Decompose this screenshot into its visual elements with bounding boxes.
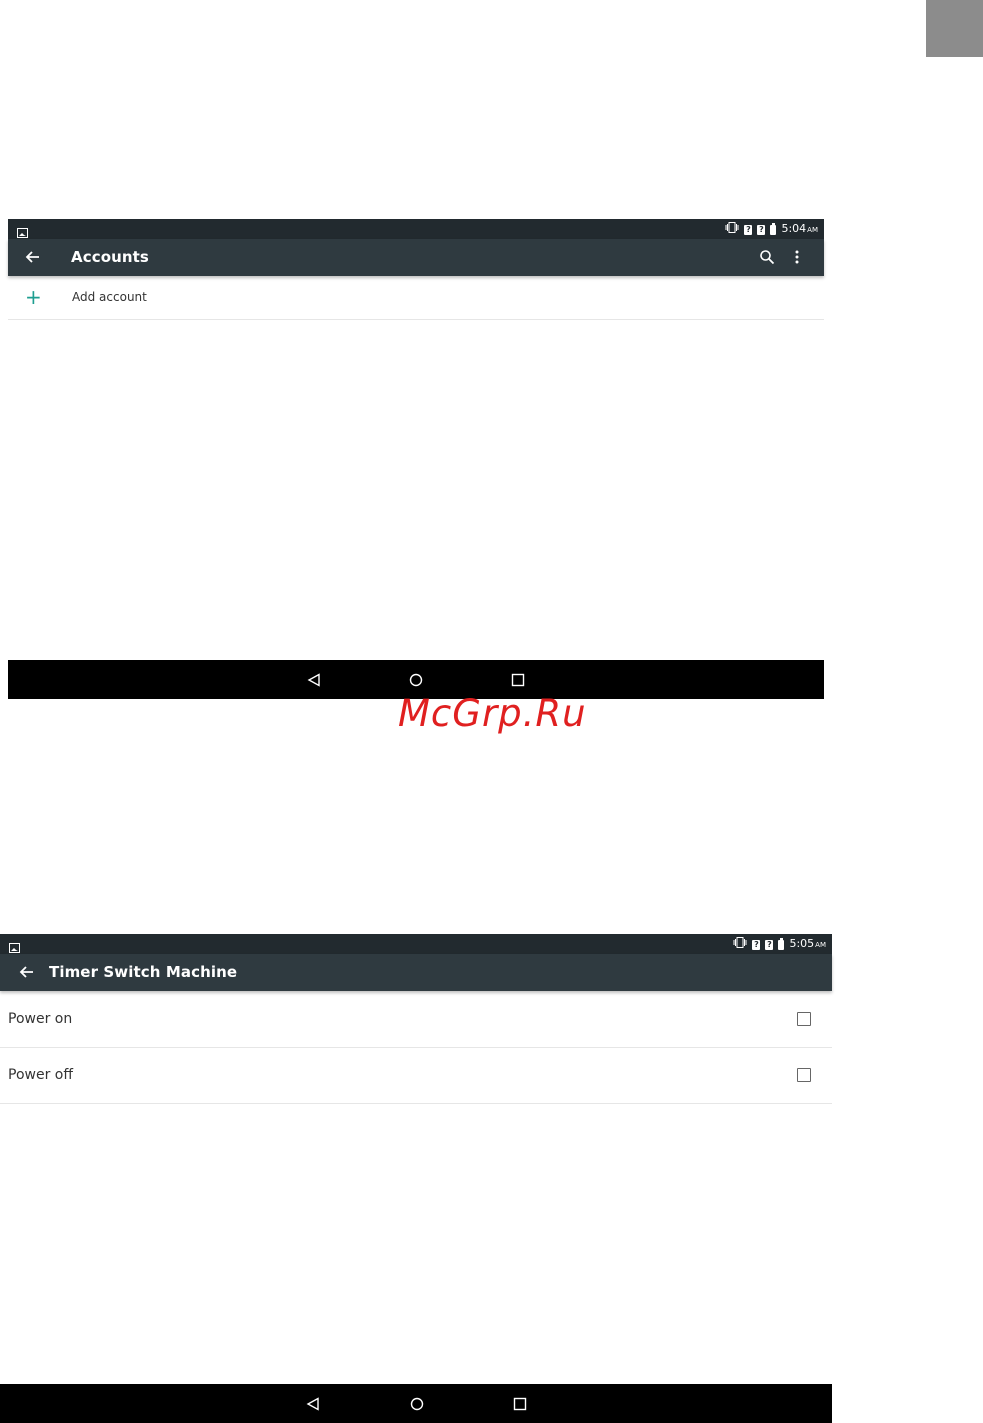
page-title: Accounts (71, 248, 149, 266)
sim2-status-icon: ? (765, 939, 774, 950)
battery-icon (778, 937, 785, 950)
vibrate-icon (733, 936, 747, 953)
back-arrow-icon[interactable] (19, 964, 35, 984)
status-bar: ? ? 5:04AM (8, 219, 824, 239)
nav-recents-icon[interactable] (508, 670, 528, 690)
add-account-label: Add account (72, 290, 147, 304)
status-time: 5:05AM (789, 937, 826, 950)
search-icon[interactable] (759, 249, 775, 269)
back-arrow-icon[interactable] (25, 249, 41, 269)
battery-icon (770, 222, 777, 235)
status-bar: ? ? 5:05AM (0, 934, 832, 954)
navigation-bar (0, 1384, 832, 1423)
status-time: 5:04AM (781, 222, 818, 235)
power-on-checkbox[interactable] (797, 1012, 811, 1026)
accounts-screen: ? ? 5:04AM Accounts + Add account (8, 219, 824, 699)
power-off-label: Power off (8, 1067, 73, 1083)
sim1-status-icon: ? (744, 224, 753, 235)
page-title: Timer Switch Machine (49, 963, 238, 981)
sim1-status-icon: ? (752, 939, 761, 950)
timer-switch-screen: ? ? 5:05AM Timer Switch Machine Power on… (0, 934, 832, 1423)
page-corner-tab (926, 0, 983, 57)
nav-back-icon[interactable] (303, 1394, 323, 1414)
power-on-label: Power on (8, 1011, 73, 1027)
nav-home-icon[interactable] (407, 1394, 427, 1414)
nav-recents-icon[interactable] (510, 1394, 530, 1414)
power-off-checkbox[interactable] (797, 1068, 811, 1082)
nav-home-icon[interactable] (406, 670, 426, 690)
nav-back-icon[interactable] (304, 670, 324, 690)
power-off-row[interactable]: Power off (0, 1048, 832, 1104)
power-on-row[interactable]: Power on (0, 992, 832, 1048)
toolbar: Accounts (8, 239, 824, 276)
vibrate-icon (725, 221, 739, 238)
plus-icon: + (25, 285, 42, 309)
sim2-status-icon: ? (757, 224, 766, 235)
add-account-row[interactable]: + Add account (8, 277, 824, 320)
watermark: McGrp.Ru (398, 692, 587, 735)
toolbar: Timer Switch Machine (0, 954, 832, 991)
more-vert-icon[interactable] (794, 249, 800, 269)
